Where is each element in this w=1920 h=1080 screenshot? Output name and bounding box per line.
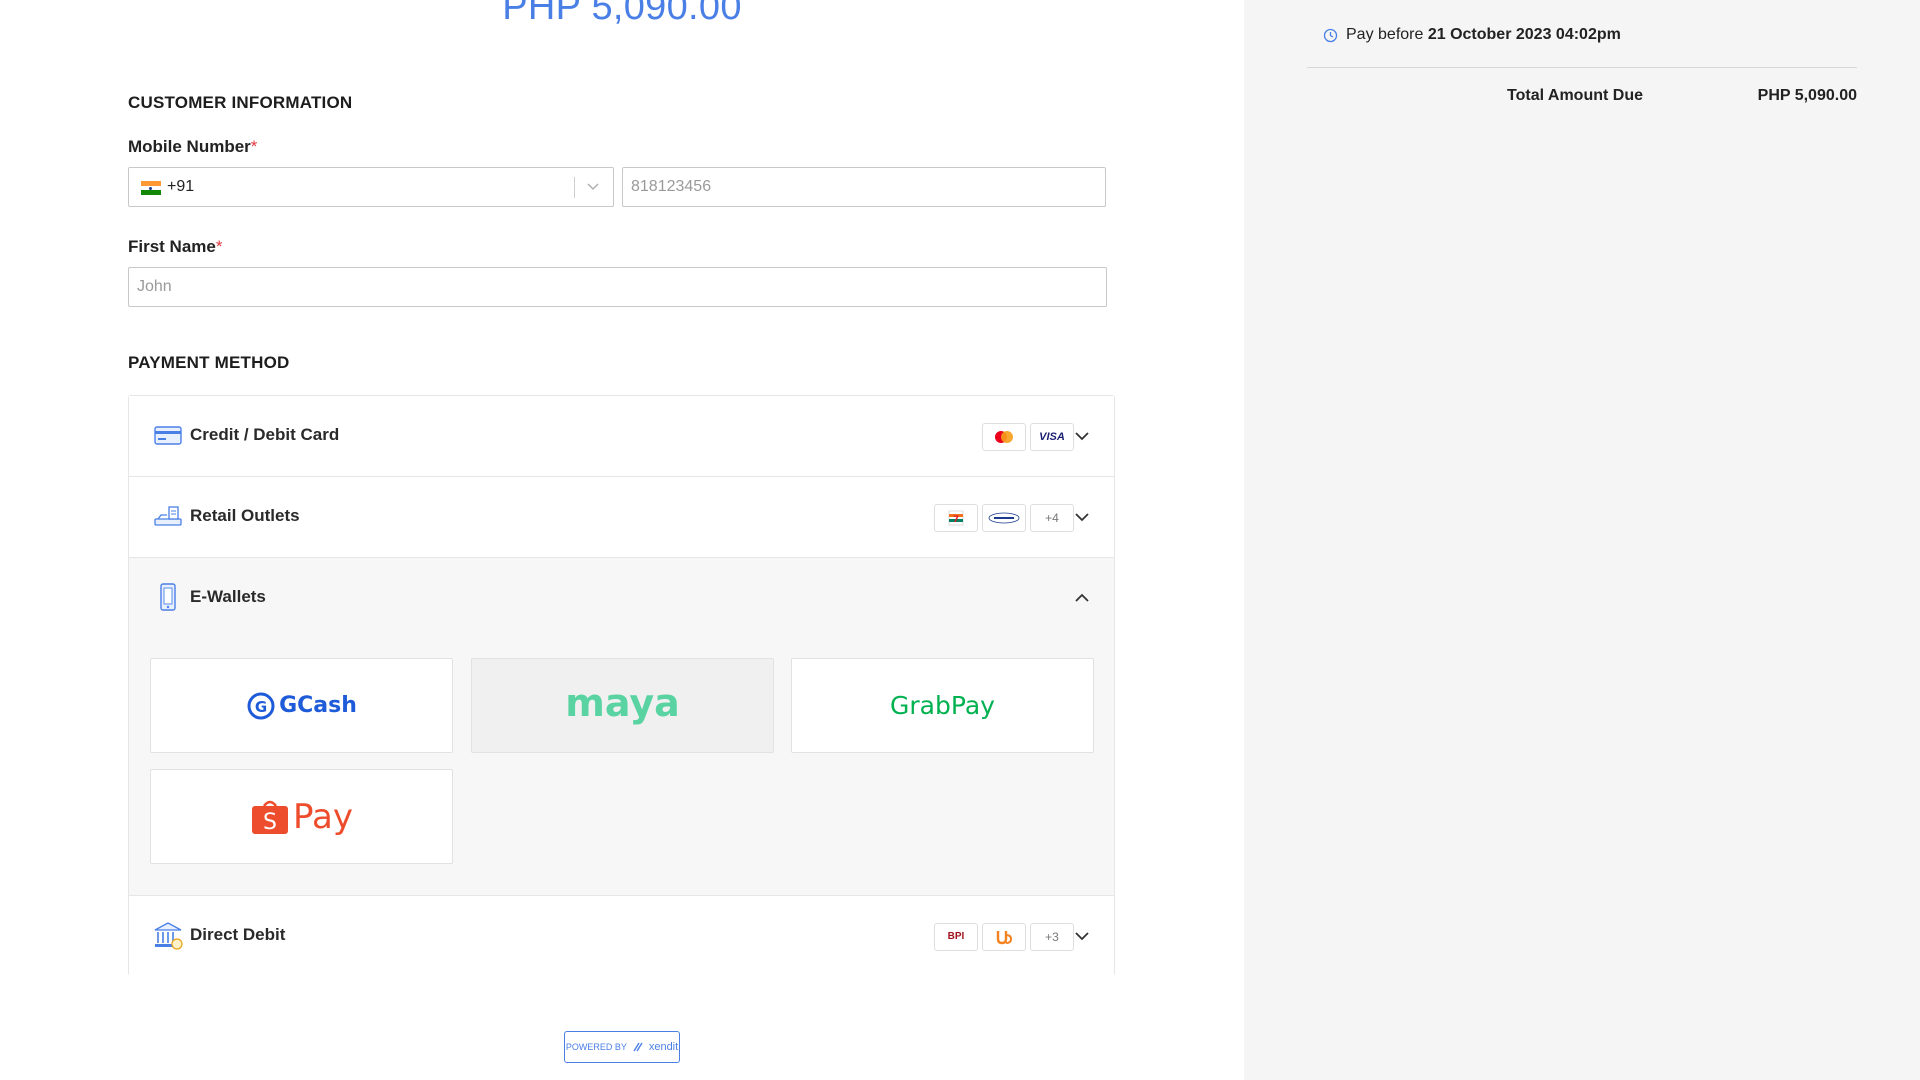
bpi-logo: BPI — [934, 923, 978, 951]
total-amount-value: PHP 5,090.00 — [1757, 87, 1857, 104]
first-name-label: First Name* — [128, 237, 223, 257]
unionbank-logo — [982, 923, 1026, 951]
ewallet-maya[interactable]: maya — [471, 658, 774, 753]
required-mark: * — [250, 137, 258, 156]
shopee-bag-icon: S — [252, 800, 289, 835]
first-name-label-text: First Name — [128, 237, 216, 256]
xendit-logo-icon — [633, 1042, 643, 1052]
payment-method-list: Credit / Debit Card VISA Retail Outlets — [128, 395, 1115, 977]
mobile-number-input[interactable] — [622, 167, 1106, 207]
total-amount-label: Total Amount Due — [1507, 87, 1643, 104]
credit-card-icon — [154, 426, 182, 445]
bank-icon — [154, 922, 183, 950]
visa-logo: VISA — [1030, 423, 1074, 451]
chevron-down-icon[interactable] — [1074, 427, 1090, 445]
customer-info-heading: CUSTOMER INFORMATION — [128, 93, 353, 112]
payment-method-label: E-Wallets — [190, 587, 266, 606]
pay-before-deadline: Pay before 21 October 2023 04:02pm — [1323, 26, 1621, 44]
more-outlets-badge: +4 — [1030, 504, 1074, 532]
ewallet-name: Pay — [293, 796, 353, 837]
chevron-down-icon[interactable] — [1074, 508, 1090, 526]
ewallet-name: GCash — [279, 693, 357, 718]
country-code: +91 — [167, 178, 195, 195]
mastercard-logo — [982, 423, 1026, 451]
payment-method-heading: PAYMENT METHOD — [128, 353, 290, 372]
ewallet-name: maya — [565, 680, 680, 725]
xendit-brand: xendit — [648, 1041, 679, 1053]
mobile-number-label: Mobile Number* — [128, 137, 257, 157]
payment-method-ewallets: E-Wallets G GCash maya GrabPay S Pay — [129, 558, 1114, 896]
svg-text:7: 7 — [953, 515, 959, 525]
chevron-down-icon[interactable] — [585, 178, 601, 196]
india-flag-icon — [141, 181, 161, 195]
ewallet-name: GrabPay — [890, 691, 995, 720]
amount-display: PHP 5,090.00 — [502, 0, 742, 28]
retail-outlet-icon — [154, 506, 182, 526]
gcash-logo-icon: G — [247, 692, 275, 719]
payment-method-label: Credit / Debit Card — [190, 425, 340, 444]
first-name-input[interactable] — [128, 267, 1107, 307]
checkout-main-panel: PHP 5,090.00 CUSTOMER INFORMATION Mobile… — [0, 0, 1244, 1080]
chevron-up-icon[interactable] — [1074, 589, 1090, 607]
payment-method-label: Direct Debit — [190, 925, 286, 944]
payment-method-direct-debit[interactable]: Direct Debit BPI +3 — [129, 896, 1114, 977]
more-banks-badge: +3 — [1030, 923, 1074, 951]
clock-icon — [1323, 28, 1338, 42]
pay-before-date: 21 October 2023 04:02pm — [1427, 26, 1621, 43]
required-mark: * — [215, 237, 223, 256]
summary-divider — [1307, 67, 1857, 68]
powered-by-text: POWERED BY — [565, 1042, 627, 1052]
pay-before-prefix: Pay before — [1346, 26, 1424, 43]
powered-by-xendit[interactable]: POWERED BY xendit — [564, 1031, 680, 1063]
svg-text:S: S — [263, 810, 277, 835]
chevron-down-icon[interactable] — [1074, 927, 1090, 945]
select-separator — [574, 177, 575, 198]
payment-method-retail-outlets[interactable]: Retail Outlets 7 +4 — [129, 477, 1114, 558]
payment-method-label: Retail Outlets — [190, 506, 300, 525]
ewallet-gcash[interactable]: G GCash — [150, 658, 453, 753]
7-eleven-logo: 7 — [934, 504, 978, 532]
svg-text:G: G — [255, 698, 267, 716]
country-code-select[interactable]: +91 — [128, 167, 614, 207]
ewallet-grabpay[interactable]: GrabPay — [791, 658, 1094, 753]
ewallet-shopeepay[interactable]: S Pay — [150, 769, 453, 864]
mobile-number-label-text: Mobile Number — [128, 137, 251, 156]
mobile-wallet-icon — [160, 583, 176, 611]
order-summary-panel — [1244, 0, 1920, 1080]
payment-method-credit-card[interactable]: Credit / Debit Card VISA — [129, 396, 1114, 477]
cebuana-logo — [982, 504, 1026, 532]
